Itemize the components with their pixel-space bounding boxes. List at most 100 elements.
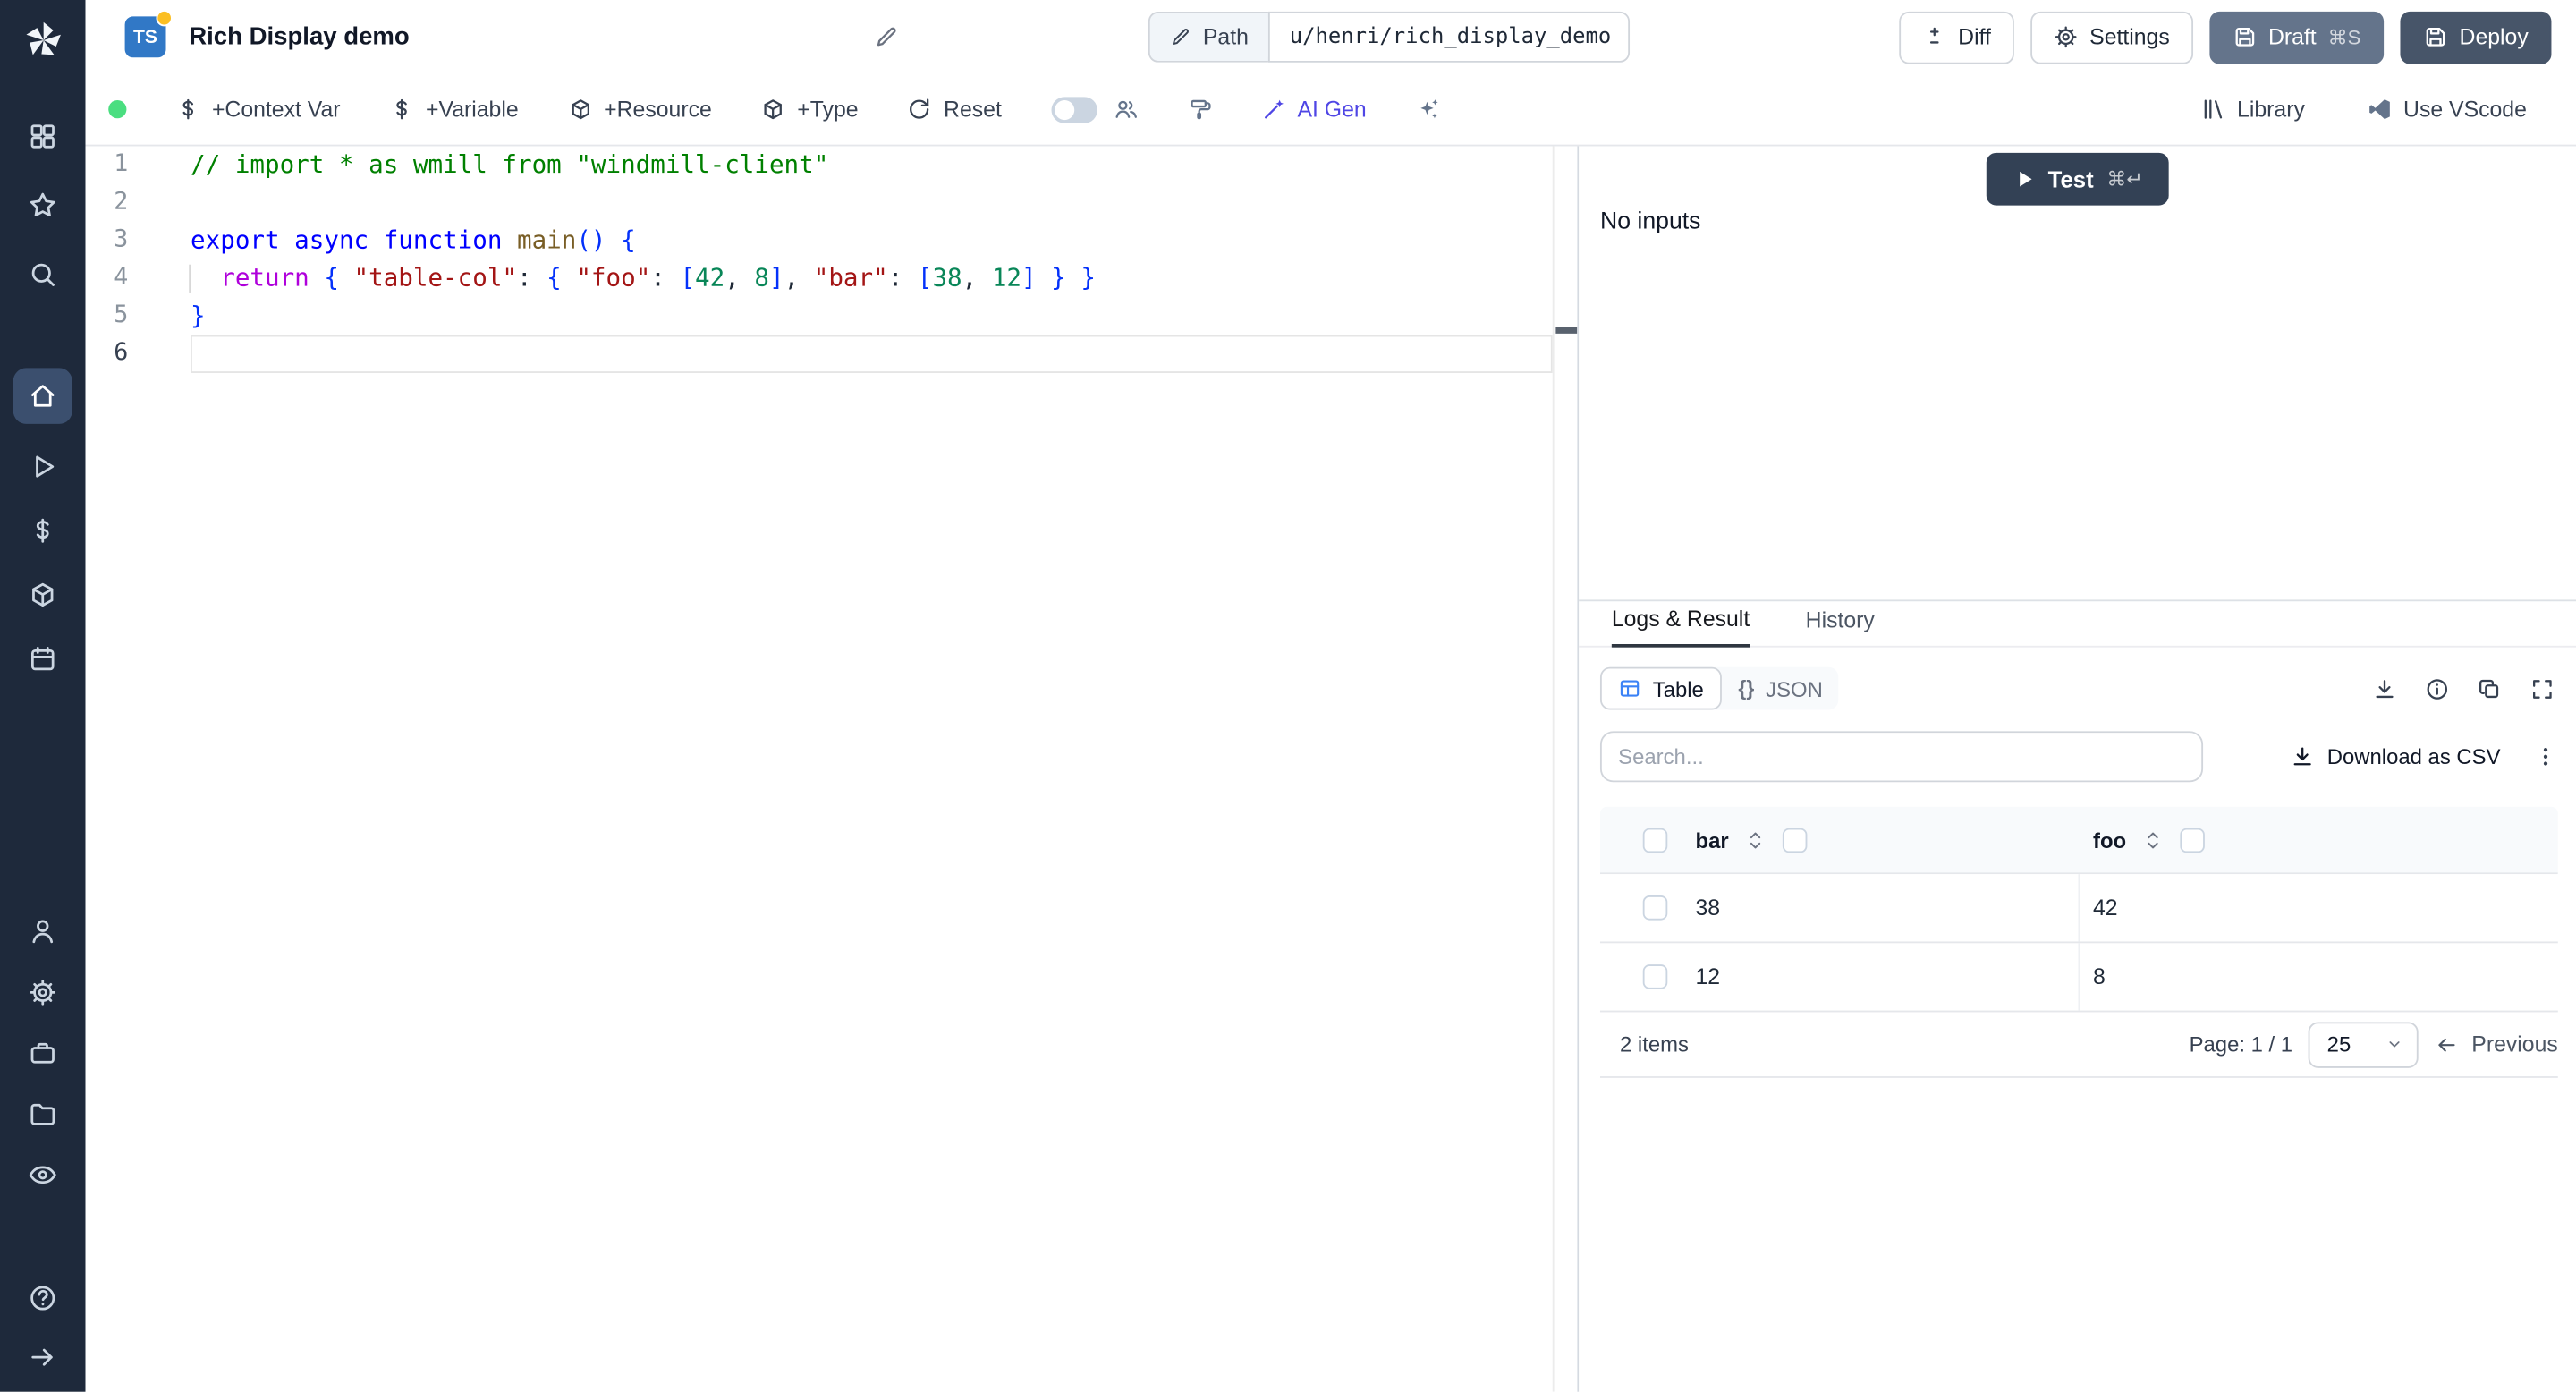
- play-icon: [28, 452, 57, 481]
- add-context-var-button[interactable]: +Context Var: [176, 97, 341, 122]
- table-menu-button[interactable]: [2533, 744, 2558, 769]
- column-checkbox[interactable]: [2180, 827, 2206, 853]
- code-line[interactable]: 3 export async function main() {: [86, 222, 1553, 259]
- download-csv-button[interactable]: Download as CSV: [2289, 744, 2501, 769]
- code-line[interactable]: 4 return { "table-col": { "foo": [42, 8]…: [86, 259, 1553, 297]
- code-line[interactable]: 2: [86, 184, 1553, 222]
- sort-icon[interactable]: [1745, 829, 1767, 851]
- sidebar-item-resources[interactable]: [13, 573, 72, 616]
- add-variable-label: +Variable: [426, 97, 519, 122]
- ai-gen-button[interactable]: AI Gen: [1261, 97, 1367, 122]
- pencil-icon: [1170, 26, 1191, 47]
- cell-foo: 8: [2093, 964, 2106, 989]
- deploy-button[interactable]: Deploy: [2400, 10, 2552, 64]
- add-type-button[interactable]: +Type: [761, 97, 859, 122]
- windmill-logo-icon: [21, 17, 65, 62]
- eye-icon: [28, 1160, 57, 1190]
- sidebar-item-home[interactable]: [13, 368, 72, 424]
- line-number: 4: [114, 264, 129, 292]
- add-resource-button[interactable]: +Resource: [568, 97, 712, 122]
- view-json-button[interactable]: {} JSON: [1722, 667, 1839, 710]
- cell-bar: 12: [1696, 943, 2080, 1011]
- edit-summary-button[interactable]: [875, 25, 900, 50]
- reset-button[interactable]: Reset: [908, 97, 1002, 122]
- diff-button[interactable]: Diff: [1899, 10, 2014, 64]
- sort-icon[interactable]: [2143, 829, 2165, 851]
- previous-page-button[interactable]: Previous: [2436, 1031, 2558, 1057]
- right-panel: Test ⌘↵ No inputs Logs & Result History: [1577, 146, 2576, 1392]
- code-line[interactable]: 1// import * as wmill from "windmill-cli…: [86, 146, 1553, 183]
- multiplayer-button[interactable]: [1114, 97, 1139, 122]
- path-group: Path u/henri/rich_display_demo: [1148, 11, 1631, 63]
- editor-overview-ruler[interactable]: [1552, 146, 1578, 1392]
- tab-history[interactable]: History: [1806, 608, 1875, 646]
- header: TS Rich Display demo Path u/henri/rich_d…: [85, 0, 2576, 74]
- dollar-icon: [390, 97, 415, 122]
- copy-result-button[interactable]: [2478, 676, 2503, 701]
- page-size-value: 25: [2326, 1031, 2351, 1057]
- page-title: Rich Display demo: [189, 22, 410, 51]
- typescript-badge: TS: [124, 10, 173, 58]
- search-input[interactable]: [1599, 731, 2204, 783]
- code-lines[interactable]: 1// import * as wmill from "windmill-cli…: [86, 146, 1553, 372]
- use-vscode-button[interactable]: Use VScode: [2368, 97, 2527, 122]
- vscode-icon: [2368, 97, 2393, 122]
- no-inputs-label: No inputs: [1599, 208, 1701, 235]
- library-button[interactable]: Library: [2201, 97, 2305, 122]
- sidebar-item-search[interactable]: [13, 253, 72, 296]
- format-code-button[interactable]: [1187, 97, 1212, 122]
- test-button[interactable]: Test ⌘↵: [1985, 152, 2170, 206]
- row-checkbox[interactable]: [1642, 895, 1668, 921]
- code-line[interactable]: 6: [86, 335, 1553, 373]
- path-button[interactable]: Path: [1148, 11, 1268, 63]
- search-icon: [28, 259, 57, 289]
- test-label: Test: [2047, 166, 2094, 192]
- sidebar-item-users[interactable]: [13, 911, 72, 954]
- gear-icon: [28, 978, 57, 1007]
- sidebar-item-settings[interactable]: [13, 972, 72, 1014]
- code-editor[interactable]: 1// import * as wmill from "windmill-cli…: [85, 146, 1578, 1392]
- braces-icon: {}: [1738, 676, 1755, 700]
- sidebar-item-folders[interactable]: [13, 1092, 72, 1135]
- tab-logs-result[interactable]: Logs & Result: [1611, 607, 1750, 648]
- sidebar-item-schedules[interactable]: [13, 638, 72, 681]
- expand-result-button[interactable]: [2530, 676, 2555, 701]
- row-checkbox[interactable]: [1642, 964, 1668, 989]
- draft-button[interactable]: Draft ⌘S: [2208, 10, 2385, 64]
- table-view-icon: [1618, 677, 1641, 700]
- assistant-toggle[interactable]: [1050, 96, 1097, 123]
- sidebar-collapse[interactable]: [13, 1336, 72, 1379]
- page-size-select[interactable]: 25: [2309, 1021, 2419, 1067]
- path-value[interactable]: u/henri/rich_display_demo: [1267, 11, 1631, 63]
- view-table-label: Table: [1652, 675, 1704, 701]
- column-checkbox[interactable]: [1783, 827, 1808, 853]
- sidebar-item-favorites[interactable]: [13, 184, 72, 227]
- select-all-checkbox[interactable]: [1642, 827, 1668, 853]
- view-table-button[interactable]: Table: [1599, 666, 1723, 710]
- sidebar-item-help[interactable]: [13, 1277, 72, 1320]
- code-line[interactable]: 5}: [86, 297, 1553, 335]
- settings-button[interactable]: Settings: [2030, 10, 2193, 64]
- sidebar-item-grid[interactable]: [13, 115, 72, 158]
- download-csv-label: Download as CSV: [2326, 744, 2501, 769]
- sidebar-item-audit-logs[interactable]: [13, 1153, 72, 1196]
- result-info-button[interactable]: [2425, 676, 2450, 701]
- library-label: Library: [2237, 97, 2305, 122]
- sidebar-item-workers[interactable]: [13, 1031, 72, 1074]
- diff-label: Diff: [1958, 24, 1991, 50]
- download-result-button[interactable]: [2372, 676, 2397, 701]
- sidebar-item-runs[interactable]: [13, 446, 72, 488]
- table-row: 12 8: [1599, 943, 2558, 1013]
- windmill-logo[interactable]: [21, 16, 65, 62]
- sparkles-button[interactable]: [1416, 97, 1441, 122]
- line-number: 6: [114, 340, 129, 367]
- library-icon: [2201, 97, 2226, 122]
- column-header-bar: bar: [1695, 827, 1729, 853]
- plus-minus-icon: [1922, 25, 1947, 50]
- sidebar-item-variables[interactable]: [13, 509, 72, 552]
- emoji-badge-icon: [156, 10, 173, 27]
- magic-wand-icon: [1261, 97, 1286, 122]
- add-variable-button[interactable]: +Variable: [390, 97, 519, 122]
- view-toggle: Table {} JSON: [1599, 666, 1840, 710]
- dollar-icon: [28, 516, 57, 546]
